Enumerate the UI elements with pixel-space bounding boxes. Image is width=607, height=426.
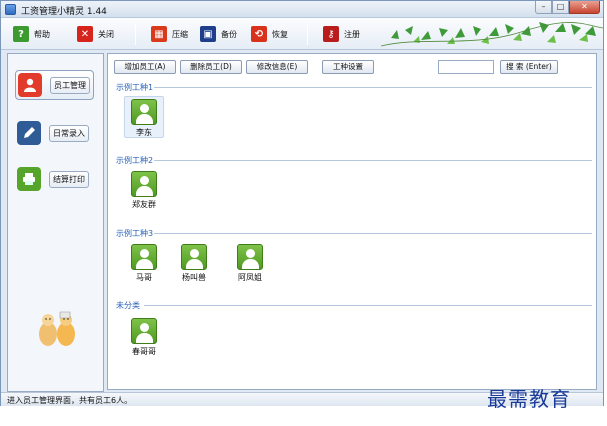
sidebar-item-label: 员工管理 (50, 76, 90, 94)
status-text: 进入员工管理界面，共有员工6人。 (7, 396, 133, 405)
toolbar-divider (135, 23, 136, 45)
sidebar-item-label: 日常录入 (49, 124, 89, 142)
employee-card[interactable]: 阿凤姐 (230, 242, 270, 284)
employee-card[interactable]: 春哥哥 (124, 316, 164, 358)
pen-icon (17, 121, 41, 145)
employee-card[interactable]: 马哥 (124, 242, 164, 284)
employee-name: 杨叫兽 (182, 273, 206, 282)
group-divider (154, 233, 592, 234)
delete-employee-button[interactable]: 删除员工(D) (180, 60, 242, 74)
register-button[interactable]: ⚷ 注册 (323, 25, 360, 43)
app-window: 工资管理小精灵 1.44 – □ ✕ ? 帮助 ✕ 关闭 ▦ 压缩 ▣ 备份 ⟲… (0, 0, 604, 406)
watermark-text: 最需教育 (487, 387, 571, 411)
group-divider (154, 160, 592, 161)
sidebar-item-label: 结算打印 (49, 170, 89, 188)
printer-icon (17, 167, 41, 191)
toolbar-divider (307, 23, 308, 45)
employee-card[interactable]: 郑友群 (124, 169, 164, 211)
close-button[interactable]: ✕ 关闭 (77, 25, 114, 43)
compress-button[interactable]: ▦ 压缩 (151, 25, 188, 43)
search-button[interactable]: 搜 索 (Enter) (500, 60, 558, 74)
group-title: 示例工种3 (116, 229, 154, 238)
employee-icon (18, 73, 42, 97)
close-label: 关闭 (98, 29, 114, 39)
employee-name: 马哥 (136, 273, 152, 282)
sidebar: 员工管理 日常录入 结算打印 (7, 53, 104, 392)
close-window-button[interactable]: ✕ (569, 1, 600, 14)
search-input[interactable] (438, 60, 494, 74)
restore-button[interactable]: ⟲ 恢复 (251, 25, 288, 43)
register-label: 注册 (344, 29, 360, 39)
employee-card[interactable]: 李东 (124, 96, 164, 138)
add-employee-button[interactable]: 增加员工(A) (114, 60, 176, 74)
employee-card[interactable]: 杨叫兽 (174, 242, 214, 284)
restore-icon: ⟲ (251, 26, 267, 42)
employee-name: 春哥哥 (132, 347, 156, 356)
employee-avatar-icon (131, 318, 157, 344)
minimize-button[interactable]: – (535, 1, 552, 14)
restore-label: 恢复 (272, 29, 288, 39)
group-title: 示例工种1 (116, 83, 154, 92)
help-label: 帮助 (34, 29, 50, 39)
employee-panel: 增加员工(A) 删除员工(D) 修改信息(E) 工种设置 搜 索 (Enter)… (107, 53, 597, 390)
help-button[interactable]: ? 帮助 (13, 25, 50, 43)
employee-name: 阿凤姐 (238, 273, 262, 282)
employee-avatar-icon (181, 244, 207, 270)
employee-name: 郑友群 (132, 200, 156, 209)
group-divider (144, 305, 592, 306)
close-icon: ✕ (77, 26, 93, 42)
backup-button[interactable]: ▣ 备份 (200, 25, 237, 43)
leaves-decoration-icon (381, 22, 603, 47)
group-title: 未分类 (116, 301, 140, 310)
sidebar-item-daily-entry[interactable]: 日常录入 (17, 120, 89, 146)
employee-name: 李东 (136, 128, 152, 137)
sidebar-item-settlement-print[interactable]: 结算打印 (17, 166, 89, 192)
app-icon (5, 4, 16, 15)
mascot-icon (39, 311, 75, 346)
sidebar-item-employee-management[interactable]: 员工管理 (15, 70, 94, 100)
key-icon: ⚷ (323, 26, 339, 42)
worktype-settings-button[interactable]: 工种设置 (322, 60, 374, 74)
window-title: 工资管理小精灵 1.44 (21, 7, 107, 17)
edit-info-button[interactable]: 修改信息(E) (246, 60, 308, 74)
toolbar: ? 帮助 ✕ 关闭 ▦ 压缩 ▣ 备份 ⟲ 恢复 ⚷ 注册 (1, 18, 603, 50)
group-divider (154, 87, 592, 88)
maximize-button[interactable]: □ (552, 1, 569, 14)
compress-icon: ▦ (151, 26, 167, 42)
group-title: 示例工种2 (116, 156, 154, 165)
title-bar: 工资管理小精灵 1.44 – □ ✕ (1, 1, 603, 18)
employee-avatar-icon (131, 99, 157, 125)
employee-avatar-icon (237, 244, 263, 270)
employee-avatar-icon (131, 244, 157, 270)
backup-label: 备份 (221, 29, 237, 39)
help-icon: ? (13, 26, 29, 42)
employee-avatar-icon (131, 171, 157, 197)
compress-label: 压缩 (172, 29, 188, 39)
backup-icon: ▣ (200, 26, 216, 42)
